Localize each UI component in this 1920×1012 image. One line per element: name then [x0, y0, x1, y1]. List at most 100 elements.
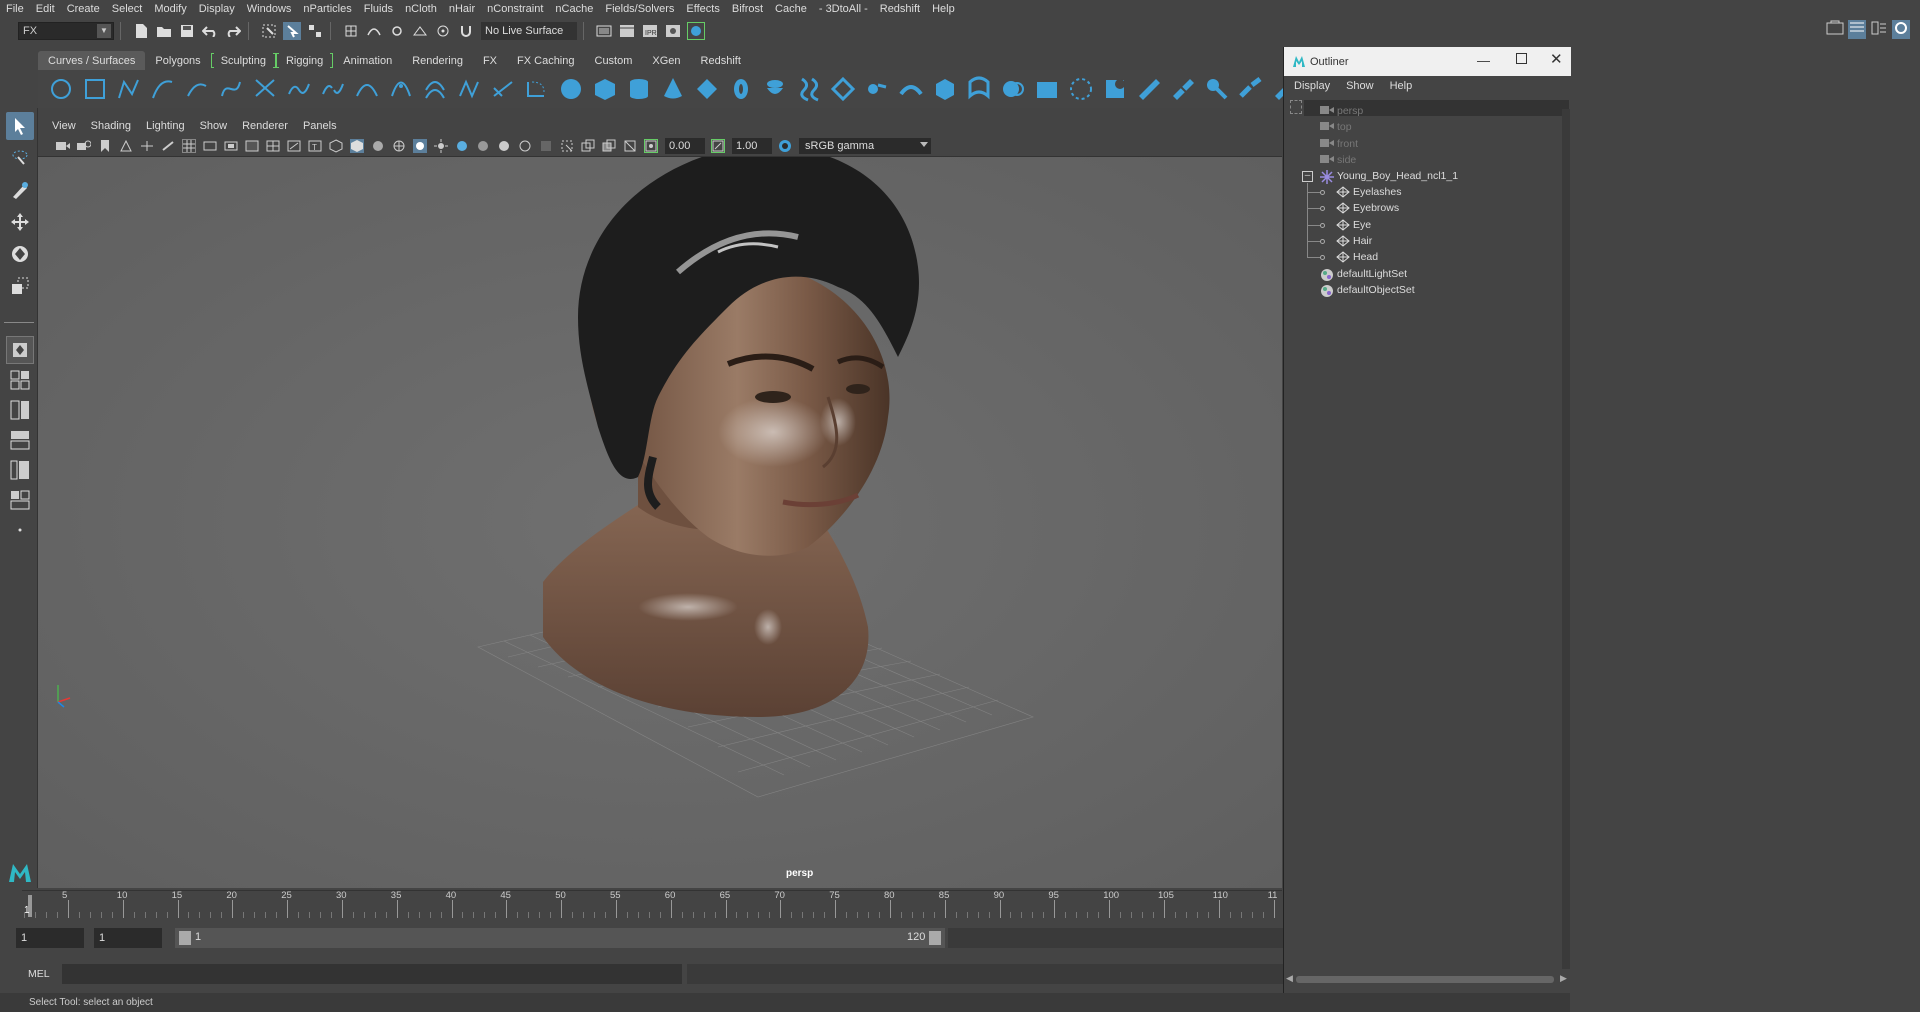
reverse-curve-icon[interactable] — [456, 76, 482, 102]
live-surface-field[interactable]: No Live Surface — [481, 22, 577, 40]
shelf-tab[interactable]: XGen — [642, 51, 690, 70]
outliner-row-camera[interactable]: persp — [1284, 104, 1571, 120]
depth-of-field-icon[interactable] — [518, 139, 532, 153]
film-gate-icon[interactable] — [203, 139, 217, 153]
viewport-menu-item[interactable]: Shading — [91, 120, 131, 132]
attach-surface-icon[interactable] — [1170, 76, 1196, 102]
scroll-right-icon[interactable]: ▶ — [1560, 973, 1567, 984]
ambient-occlusion-icon[interactable] — [455, 139, 469, 153]
outliner-persp-layout-icon[interactable] — [6, 456, 34, 484]
nurbs-cylinder-icon[interactable] — [626, 76, 652, 102]
select-hierarchy-icon[interactable] — [260, 22, 278, 40]
cv-curve-icon[interactable] — [116, 76, 142, 102]
nurbs-cube-icon[interactable] — [592, 76, 618, 102]
close-icon[interactable]: ✕ — [1550, 50, 1563, 68]
shelf-tab[interactable]: Custom — [585, 51, 643, 70]
extend-curve-icon[interactable] — [388, 76, 414, 102]
nurbs-square-icon[interactable] — [82, 76, 108, 102]
redo-icon[interactable] — [224, 22, 242, 40]
move-tool-icon[interactable] — [6, 208, 34, 236]
outliner-row-mesh[interactable]: Eyebrows — [1284, 201, 1571, 217]
menu-item[interactable]: Edit — [36, 3, 55, 15]
snap-magnet-icon[interactable] — [457, 22, 475, 40]
attach-curve-icon[interactable] — [286, 76, 312, 102]
insert-knot-icon[interactable] — [354, 76, 380, 102]
xray-joints-icon[interactable] — [581, 139, 595, 153]
grid-icon[interactable] — [140, 139, 154, 153]
motion-blur-icon[interactable] — [476, 139, 490, 153]
outliner-row-mesh[interactable]: Eyelashes — [1284, 185, 1571, 201]
outliner-menu-item[interactable]: Display — [1294, 80, 1330, 92]
outliner-menu-item[interactable]: Help — [1390, 80, 1413, 92]
snap-curve-icon[interactable] — [365, 22, 383, 40]
render-history-icon[interactable] — [595, 22, 613, 40]
workspace-tool-settings-icon[interactable] — [1892, 20, 1910, 39]
planar-icon[interactable] — [830, 76, 856, 102]
menu-item[interactable]: Help — [932, 3, 955, 15]
range-end-handle[interactable] — [929, 931, 941, 945]
outliner-row-camera[interactable]: front — [1284, 137, 1571, 153]
command-language-button[interactable]: MEL — [28, 968, 50, 980]
outliner-vscrollbar[interactable] — [1562, 109, 1570, 969]
smooth-shade-icon[interactable] — [350, 138, 364, 153]
snap-view-plane-icon[interactable] — [411, 22, 429, 40]
ep-curve-icon[interactable] — [150, 76, 176, 102]
menu-item[interactable]: Fluids — [364, 3, 393, 15]
range-start-handle[interactable] — [179, 931, 191, 945]
paint-select-tool-icon[interactable] — [6, 176, 34, 204]
nurbs-cone-icon[interactable] — [660, 76, 686, 102]
command-input[interactable] — [62, 964, 682, 984]
menu-item[interactable]: Modify — [154, 3, 186, 15]
animation-start-field[interactable]: 1 — [16, 928, 84, 948]
trim-tool-icon[interactable] — [1102, 76, 1128, 102]
isolate-select-icon[interactable] — [560, 139, 574, 153]
scroll-thumb[interactable] — [1296, 976, 1554, 983]
select-tool-icon[interactable] — [6, 112, 34, 140]
exposure-field[interactable]: 0.00 — [665, 137, 705, 154]
bezier-curve-icon[interactable] — [218, 76, 244, 102]
menu-set-dropdown[interactable]: FX ▼ — [18, 22, 114, 40]
anti-aliasing-icon[interactable] — [497, 139, 511, 153]
gamma-field[interactable]: 1.00 — [732, 137, 772, 154]
detach-curve-icon[interactable] — [320, 76, 346, 102]
perspective-viewport[interactable] — [38, 157, 1282, 888]
scale-tool-icon[interactable] — [6, 272, 34, 300]
stacked-layout-icon[interactable] — [6, 426, 34, 454]
shadows-icon[interactable] — [434, 138, 448, 153]
image-plane-icon[interactable] — [119, 139, 133, 153]
minimize-icon[interactable]: — — [1477, 53, 1490, 68]
backface-icon[interactable] — [623, 139, 637, 153]
extrude-icon[interactable] — [864, 76, 890, 102]
outliner-row-set[interactable]: defaultObjectSet — [1284, 283, 1571, 299]
outliner-row-mesh[interactable]: Head — [1284, 250, 1571, 266]
hypershade-icon[interactable] — [687, 22, 705, 40]
outliner-menu-item[interactable]: Show — [1346, 80, 1374, 92]
shelf-tab[interactable]: Polygons — [145, 51, 210, 70]
fillet-curve-icon[interactable] — [524, 76, 550, 102]
workspace-attribute-icon[interactable] — [1848, 20, 1866, 39]
nurbs-circle-icon[interactable] — [48, 76, 74, 102]
shelf-tab[interactable]: Curves / Surfaces — [38, 51, 146, 70]
nurbs-torus-icon[interactable] — [728, 76, 754, 102]
menu-item[interactable]: Bifrost — [732, 3, 763, 15]
outliner-hscrollbar[interactable]: ◀ ▶ — [1284, 972, 1571, 986]
menu-item[interactable]: - 3DtoAll - — [819, 3, 868, 15]
workspace-modeling-icon[interactable] — [1826, 20, 1844, 39]
shelf-tab[interactable]: Redshift — [691, 51, 751, 70]
rotate-tool-icon[interactable] — [6, 240, 34, 268]
detach-surface-icon[interactable] — [1204, 76, 1230, 102]
offset-curve-icon[interactable] — [422, 76, 448, 102]
bevel-plus-icon[interactable] — [932, 76, 958, 102]
revolve-icon[interactable] — [762, 76, 788, 102]
menu-item[interactable]: nParticles — [303, 3, 351, 15]
viewport-menu-item[interactable]: Lighting — [146, 120, 185, 132]
default-material-icon[interactable] — [371, 139, 385, 153]
ipr-render-icon[interactable]: IPR — [641, 22, 659, 40]
field-chart-icon[interactable] — [266, 139, 280, 153]
wireframe-icon[interactable] — [182, 138, 196, 153]
shelf-tab[interactable]: Rigging — [275, 51, 334, 70]
select-component-icon[interactable] — [306, 22, 324, 40]
menu-item[interactable]: nConstraint — [487, 3, 543, 15]
menu-item[interactable]: Select — [112, 3, 143, 15]
shelf-tab[interactable]: FX — [473, 51, 507, 70]
